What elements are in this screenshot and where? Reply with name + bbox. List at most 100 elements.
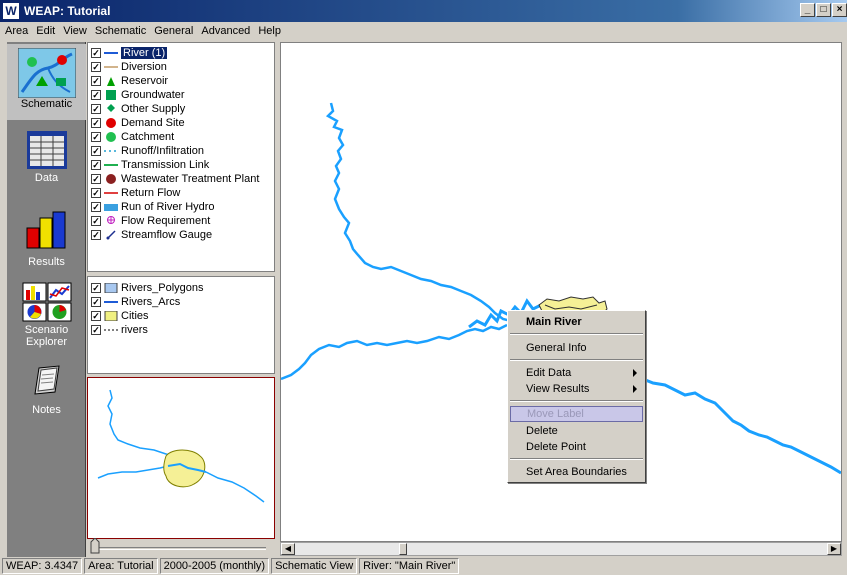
- legend-label: Groundwater: [121, 89, 185, 101]
- diversion-line-symbol: [104, 66, 118, 68]
- schematic-icon: [17, 48, 76, 98]
- maximize-button[interactable]: □: [816, 3, 831, 17]
- river-downstream[interactable]: [642, 377, 842, 475]
- layer-label: rivers: [121, 324, 148, 336]
- checkbox-checked[interactable]: ✓: [91, 325, 101, 335]
- legend-item-streamflow-gauge[interactable]: ✓ Streamflow Gauge: [88, 228, 274, 242]
- checkbox-checked[interactable]: ✓: [91, 132, 101, 142]
- checkbox-checked[interactable]: ✓: [91, 311, 101, 321]
- legend-item-wastewater[interactable]: ✓ Wastewater Treatment Plant: [88, 172, 274, 186]
- legend-item-run-of-river[interactable]: ✓ Run of River Hydro: [88, 200, 274, 214]
- brown-circle-icon: [106, 174, 116, 184]
- legend-item-other-supply[interactable]: ✓ Other Supply: [88, 102, 274, 116]
- legend-item-reservoir[interactable]: ✓ Reservoir: [88, 74, 274, 88]
- legend-item-flow-requirement[interactable]: ✓ Flow Requirement: [88, 214, 274, 228]
- zoom-slider[interactable]: [90, 538, 268, 554]
- layer-item-rivers-arcs[interactable]: ✓ Rivers_Arcs: [88, 295, 274, 309]
- checkbox-checked[interactable]: ✓: [91, 188, 101, 198]
- view-data-label: Data: [34, 172, 59, 184]
- checkbox-checked[interactable]: ✓: [91, 118, 101, 128]
- legend-label: Reservoir: [121, 75, 169, 87]
- menu-item-view-results-label: View Results: [526, 383, 590, 395]
- menu-general[interactable]: General: [151, 22, 198, 42]
- view-results[interactable]: Results: [7, 210, 86, 270]
- polygon-layer-icon: [104, 283, 118, 293]
- layer-item-rivers-polygons[interactable]: ✓ Rivers_Polygons: [88, 281, 274, 295]
- target-icon: [107, 216, 115, 224]
- scenario-explorer-icon: [22, 282, 71, 322]
- menu-item-delete[interactable]: Delete: [510, 423, 643, 439]
- menu-item-edit-data[interactable]: Edit Data: [510, 365, 643, 381]
- zoom-slider-track: [98, 547, 266, 550]
- menu-item-general-info[interactable]: General Info: [510, 340, 643, 356]
- river-lower-branch[interactable]: [280, 323, 508, 381]
- window-title: WEAP: Tutorial: [24, 4, 111, 18]
- view-scenario-label: Scenario: [24, 324, 69, 336]
- legend-item-catchment[interactable]: ✓ Catchment: [88, 130, 274, 144]
- checkbox-checked[interactable]: ✓: [91, 160, 101, 170]
- map-horizontal-scrollbar[interactable]: ◀ ▶: [280, 542, 842, 556]
- menu-help[interactable]: Help: [255, 22, 286, 42]
- minimize-button[interactable]: _: [800, 3, 815, 17]
- legend-item-groundwater[interactable]: ✓ Groundwater: [88, 88, 274, 102]
- close-button[interactable]: ×: [832, 3, 847, 17]
- legend-label: Transmission Link: [121, 159, 210, 171]
- status-version: WEAP: 3.4347: [2, 558, 83, 574]
- checkbox-checked[interactable]: ✓: [91, 62, 101, 72]
- menu-edit[interactable]: Edit: [33, 22, 60, 42]
- layer-item-rivers[interactable]: ✓ rivers: [88, 323, 274, 337]
- view-notes-label: Notes: [32, 404, 61, 416]
- legend-item-runoff[interactable]: ✓ Runoff/Infiltration: [88, 144, 274, 158]
- checkbox-checked[interactable]: ✓: [91, 202, 101, 212]
- checkbox-checked[interactable]: ✓: [91, 230, 101, 240]
- view-data[interactable]: Data: [7, 130, 86, 190]
- submenu-arrow-icon: [633, 369, 637, 377]
- river-upper-branch[interactable]: [325, 102, 512, 323]
- view-scenario-explorer[interactable]: Scenario Explorer: [7, 282, 86, 354]
- menu-item-delete-point[interactable]: Delete Point: [510, 439, 643, 455]
- scroll-thumb[interactable]: [399, 543, 407, 555]
- menu-item-move-label[interactable]: Move Label: [510, 406, 643, 422]
- view-schematic[interactable]: Schematic: [7, 44, 86, 120]
- checkbox-checked[interactable]: ✓: [91, 216, 101, 226]
- legend-label: Diversion: [121, 61, 167, 73]
- view-notes[interactable]: Notes: [7, 364, 86, 420]
- menu-item-view-results[interactable]: View Results: [510, 381, 643, 397]
- checkbox-checked[interactable]: ✓: [91, 90, 101, 100]
- menu-view[interactable]: View: [60, 22, 92, 42]
- checkbox-checked[interactable]: ✓: [91, 48, 101, 58]
- checkbox-checked[interactable]: ✓: [91, 174, 101, 184]
- legend-item-transmission-link[interactable]: ✓ Transmission Link: [88, 158, 274, 172]
- legend-item-return-flow[interactable]: ✓ Return Flow: [88, 186, 274, 200]
- layer-item-cities[interactable]: ✓ Cities: [88, 309, 274, 323]
- context-menu-title: Main River: [526, 316, 582, 328]
- menu-area[interactable]: Area: [2, 22, 33, 42]
- context-menu-separator: [510, 458, 643, 460]
- legend-item-river[interactable]: ✓ River (1): [88, 46, 274, 60]
- view-schematic-label: Schematic: [20, 98, 73, 110]
- submenu-arrow-icon: [633, 385, 637, 393]
- arc-layer-icon: [104, 301, 118, 303]
- zoom-slider-thumb[interactable]: [90, 538, 100, 554]
- checkbox-checked[interactable]: ✓: [91, 297, 101, 307]
- overview-map[interactable]: [87, 377, 275, 539]
- legend-label: Return Flow: [121, 187, 181, 199]
- checkbox-checked[interactable]: ✓: [91, 146, 101, 156]
- menu-schematic[interactable]: Schematic: [92, 22, 151, 42]
- checkbox-checked[interactable]: ✓: [91, 76, 101, 86]
- dashed-layer-icon: [104, 329, 118, 331]
- checkbox-checked[interactable]: ✓: [91, 104, 101, 114]
- scroll-right-button[interactable]: ▶: [827, 543, 841, 555]
- legend-label: Runoff/Infiltration: [121, 145, 204, 157]
- legend-label: Streamflow Gauge: [121, 229, 213, 241]
- legend-label: Other Supply: [121, 103, 186, 115]
- checkbox-checked[interactable]: ✓: [91, 283, 101, 293]
- scroll-left-button[interactable]: ◀: [281, 543, 295, 555]
- menu-advanced[interactable]: Advanced: [198, 22, 255, 42]
- legend-item-diversion[interactable]: ✓ Diversion: [88, 60, 274, 74]
- legend-item-demand-site[interactable]: ✓ Demand Site: [88, 116, 274, 130]
- gis-layer-legend: ✓ Rivers_Polygons ✓ Rivers_Arcs ✓ Cities ✓ r…: [87, 276, 275, 374]
- weap-app-icon[interactable]: W: [3, 3, 19, 19]
- context-menu-separator: [510, 333, 643, 335]
- menu-item-set-area-boundaries[interactable]: Set Area Boundaries: [510, 464, 643, 480]
